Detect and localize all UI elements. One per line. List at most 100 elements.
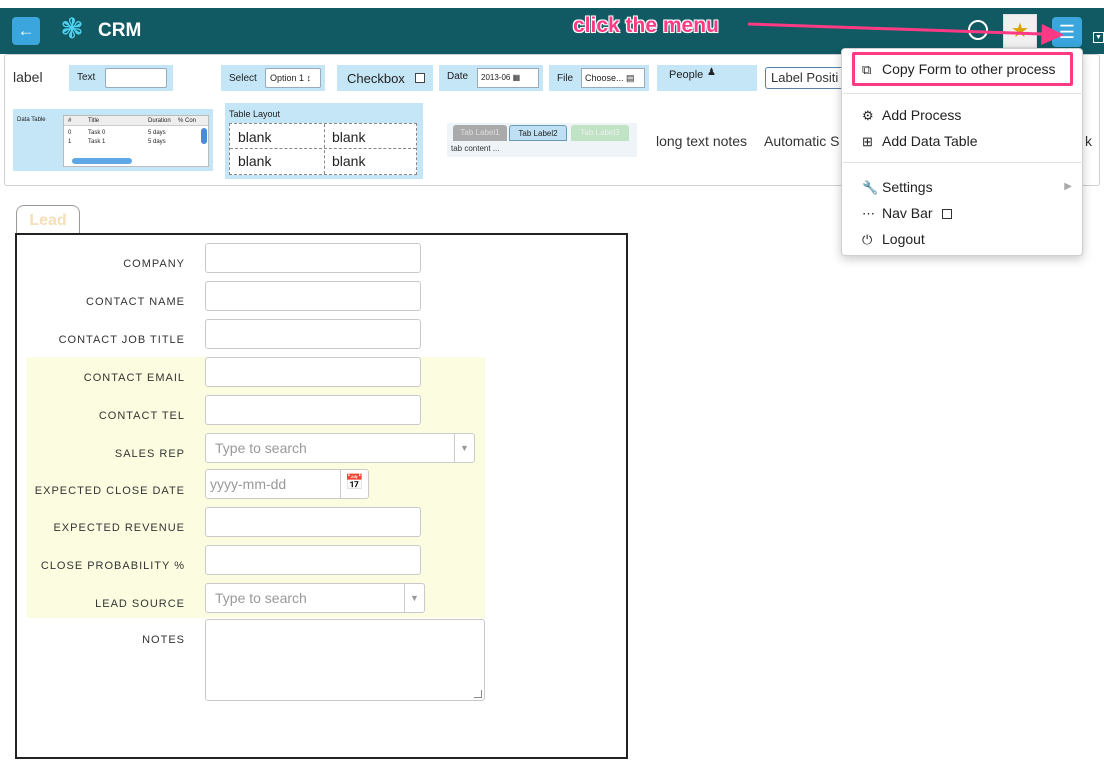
select-option: Option 1 xyxy=(270,73,305,83)
notes-textarea[interactable] xyxy=(205,619,485,701)
layout-cell: blank xyxy=(332,129,366,145)
ellipsis-icon: ⋯ xyxy=(862,206,875,221)
gears-icon: ⚙ xyxy=(862,108,874,123)
select-caret-icon: ↕ xyxy=(306,73,312,83)
menu-item-label: Add Data Table xyxy=(882,133,978,149)
checkbox-box-icon xyxy=(415,73,425,83)
text-widget[interactable]: Text xyxy=(69,65,173,91)
contact-name-label: CONTACT NAME xyxy=(86,296,185,308)
date-widget-label: Date xyxy=(447,71,469,82)
label-widget[interactable]: label xyxy=(13,69,43,85)
chevron-down-icon: ▼ xyxy=(454,434,474,462)
power-icon: ⏻ xyxy=(862,232,873,247)
layout-cell: blank xyxy=(238,129,272,145)
menu-item-add-process[interactable]: ⚙ Add Process xyxy=(862,105,961,125)
table-header: % Con xyxy=(178,118,197,124)
contact-tel-label: CONTACT TEL xyxy=(98,410,185,422)
table-cell: 0 xyxy=(68,130,72,136)
select-widget[interactable]: Select Option 1 ↕ xyxy=(221,65,325,91)
app-title: CRM xyxy=(98,20,142,41)
lead-source-select[interactable]: Type to search ▼ xyxy=(205,583,425,613)
tab-content: tab content ... xyxy=(451,144,500,153)
table-header: Duration xyxy=(148,118,171,124)
chevron-down-icon: ▼ xyxy=(404,584,424,612)
menu-item-label: Settings xyxy=(882,179,933,195)
label-position-text: Label Positi xyxy=(771,70,839,85)
checkbox-widget-label: Checkbox xyxy=(347,71,405,86)
table-cell: Task 0 xyxy=(88,130,106,136)
file-icon: ▤ xyxy=(626,73,635,83)
automatic-widget[interactable]: Automatic S xyxy=(764,133,839,149)
table-cell: Task 1 xyxy=(88,139,106,145)
checkbox-widget[interactable]: Checkbox xyxy=(337,65,433,91)
resize-handle-icon[interactable] xyxy=(474,690,482,698)
menu-item-settings[interactable]: 🔧 Settings ▶ xyxy=(862,177,1072,197)
chevron-down-icon[interactable]: ▼ xyxy=(1093,32,1104,43)
menu-item-add-data-table[interactable]: ⊞ Add Data Table xyxy=(862,131,977,151)
data-table-widget[interactable]: Data Table # Title Duration % Con 0 Task… xyxy=(13,109,213,171)
contact-job-title-label: CONTACT JOB TITLE xyxy=(58,334,185,346)
menu-divider xyxy=(843,162,1083,163)
company-label: COMPANY xyxy=(123,258,185,270)
annotation-highlight-box xyxy=(852,52,1073,86)
table-header: Title xyxy=(88,118,100,124)
back-arrow-icon[interactable]: ← xyxy=(12,17,40,45)
calendar-icon: ▦ xyxy=(512,73,521,82)
lead-source-placeholder: Type to search xyxy=(215,590,307,606)
date-widget-value: 2013-06 xyxy=(481,73,511,82)
tabs-widget[interactable]: Tab Label1 Tab Label2 Tab Label3 tab con… xyxy=(447,123,637,157)
sales-rep-label: SALES REP xyxy=(114,448,185,460)
annotation-label: click the menu xyxy=(573,14,719,37)
contact-job-title-input[interactable] xyxy=(205,319,421,349)
layout-cell: blank xyxy=(332,153,366,169)
menu-item-logout[interactable]: ⏻ Logout xyxy=(862,229,925,249)
date-placeholder: yyyy-mm-dd xyxy=(210,476,287,492)
close-probability-label: CLOSE PROBABILITY % xyxy=(40,560,185,572)
people-widget[interactable]: People ♟ xyxy=(657,65,757,91)
expected-close-date-label: EXPECTED CLOSE DATE xyxy=(34,485,185,497)
annotation-arrow xyxy=(747,22,1064,45)
table-cell: 5 days xyxy=(148,130,166,136)
checkbox-icon[interactable] xyxy=(942,209,953,219)
lead-source-label: LEAD SOURCE xyxy=(95,598,185,610)
menu-item-nav-bar[interactable]: ⋯ Nav Bar xyxy=(862,203,953,223)
expected-close-date-input[interactable]: yyyy-mm-dd 📅 xyxy=(205,469,369,499)
close-probability-input[interactable] xyxy=(205,545,421,575)
calendar-icon[interactable]: 📅 xyxy=(340,470,368,498)
expected-revenue-input[interactable] xyxy=(205,507,421,537)
text-widget-label: Text xyxy=(77,72,96,83)
tab-label1: Tab Label1 xyxy=(453,125,507,141)
chevron-right-icon: ▶ xyxy=(1064,181,1072,192)
data-table-title: Data Table xyxy=(17,117,46,123)
table-layout-widget[interactable]: Table Layout blank blank blank blank xyxy=(225,103,423,179)
tab-label3: Tab Label3 xyxy=(571,125,629,141)
label-position-widget[interactable]: Label Positi xyxy=(765,67,847,89)
person-icon: ♟ xyxy=(707,67,716,78)
menu-divider xyxy=(843,93,1083,94)
vertical-scrollbar[interactable] xyxy=(201,128,207,144)
contact-name-input[interactable] xyxy=(205,281,421,311)
contact-email-label: CONTACT EMAIL xyxy=(83,372,185,384)
long-text-widget[interactable]: long text notes xyxy=(656,133,747,149)
date-widget[interactable]: Date 2013-06 ▦ xyxy=(439,65,543,91)
wrench-icon: 🔧 xyxy=(862,180,879,195)
clipped-widget[interactable]: k xyxy=(1085,133,1092,149)
contact-email-input[interactable] xyxy=(205,357,421,387)
sales-rep-select[interactable]: Type to search ▼ xyxy=(205,433,475,463)
people-widget-label: People xyxy=(669,69,704,81)
notes-label: NOTES xyxy=(142,634,185,646)
menu-item-label: Add Process xyxy=(882,107,962,123)
app-logo-icon: ❃ xyxy=(60,13,84,44)
table-header: # xyxy=(68,118,72,124)
table-cell: 1 xyxy=(68,139,72,145)
select-widget-label: Select xyxy=(229,73,257,84)
file-choose-button: Choose... xyxy=(585,73,624,83)
file-widget[interactable]: File Choose... ▤ xyxy=(549,65,649,91)
table-cell: 5 days xyxy=(148,139,166,145)
company-input[interactable] xyxy=(205,243,421,273)
horizontal-scrollbar[interactable] xyxy=(72,158,132,164)
contact-tel-input[interactable] xyxy=(205,395,421,425)
table-layout-title: Table Layout xyxy=(229,109,281,119)
sales-rep-placeholder: Type to search xyxy=(215,440,307,456)
file-widget-label: File xyxy=(557,73,574,84)
